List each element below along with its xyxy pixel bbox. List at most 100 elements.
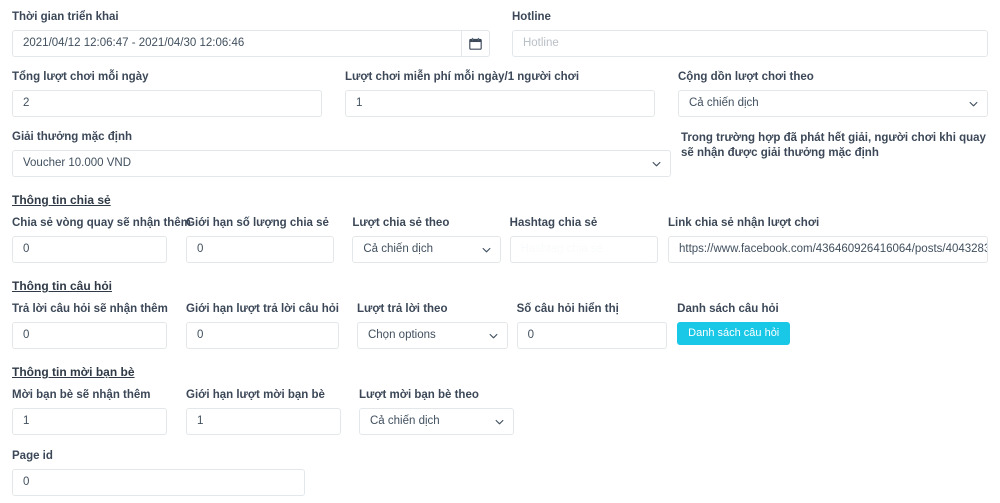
page-id-input[interactable]: 0 bbox=[12, 469, 305, 496]
answer-bonus-input[interactable]: 0 bbox=[12, 322, 167, 349]
hashtag-placeholder: Hashtag chia sẻ bbox=[520, 243, 604, 255]
share-link-label: Link chia sẻ nhận lượt chơi bbox=[667, 217, 820, 229]
field-question-list: Danh sách câu hỏi Danh sách câu hỏi bbox=[677, 302, 988, 349]
hashtag-label: Hashtag chia sẻ bbox=[509, 217, 598, 229]
share-section-heading: Thông tin chia sẻ bbox=[12, 193, 111, 207]
gutter bbox=[658, 216, 668, 263]
share-count-by-value: Cả chiến dịch bbox=[363, 243, 434, 255]
share-bonus-label: Chia sẻ vòng quay sẽ nhận thêm bbox=[12, 217, 191, 229]
gutter bbox=[508, 302, 517, 349]
field-share-limit: Giới hạn số lượng chia sẻ 0 bbox=[186, 216, 335, 263]
invite-bonus-input[interactable]: 1 bbox=[12, 408, 167, 435]
field-accumulate-by: Cộng dồn lượt chơi theo Cả chiến dịch bbox=[678, 70, 988, 117]
questions-shown-input[interactable]: 0 bbox=[516, 322, 668, 349]
field-total-plays-per-day: Tổng lượt chơi mỗi ngày 2 bbox=[12, 70, 322, 117]
field-share-bonus: Chia sẻ vòng quay sẽ nhận thêm 0 bbox=[12, 216, 191, 263]
invite-count-by-value: Cả chiến dịch bbox=[370, 415, 440, 427]
share-link-input[interactable]: https://www.facebook.com/436460926416064… bbox=[667, 236, 988, 263]
default-prize-select[interactable]: Voucher 10.000 VND bbox=[12, 150, 671, 177]
row-schedule: Thời gian triển khai 2021/04/12 12:06:47… bbox=[12, 10, 988, 57]
gutter bbox=[167, 216, 186, 263]
question-list-button-wrap: Danh sách câu hỏi bbox=[677, 322, 988, 345]
gutter bbox=[322, 70, 345, 117]
share-limit-label: Giới hạn số lượng chia sẻ bbox=[186, 217, 329, 229]
gutter bbox=[167, 302, 186, 349]
gutter bbox=[167, 388, 186, 435]
default-prize-note-wrap: Trong trường hợp đã phát hết giải, người… bbox=[681, 130, 988, 177]
field-answer-count-by: Lượt trả lời theo Chọn options bbox=[356, 302, 508, 349]
invite-section-heading: Thông tin mời bạn bè bbox=[12, 365, 135, 379]
field-default-prize: Giải thưởng mặc định Voucher 10.000 VND bbox=[12, 130, 671, 177]
gutter bbox=[341, 388, 359, 435]
field-questions-shown: Số câu hỏi hiển thị 0 bbox=[516, 302, 668, 349]
share-limit-input[interactable]: 0 bbox=[186, 236, 335, 263]
row-plays: Tổng lượt chơi mỗi ngày 2 Lượt chơi miễn… bbox=[12, 70, 988, 117]
answer-count-by-label: Lượt trả lời theo bbox=[356, 303, 448, 315]
chevron-down-icon bbox=[969, 99, 978, 108]
field-invite-bonus: Mời bạn bè sẽ nhận thêm 1 bbox=[12, 388, 167, 435]
question-section: Thông tin câu hỏi Trả lời câu hỏi sẽ nhậ… bbox=[12, 277, 988, 349]
accumulate-by-label: Cộng dồn lượt chơi theo bbox=[678, 71, 814, 83]
default-prize-label: Giải thưởng mặc định bbox=[12, 131, 133, 143]
invite-count-by-label: Lượt mời bạn bè theo bbox=[359, 389, 479, 401]
deploy-time-daterange[interactable]: 2021/04/12 12:06:47 - 2021/04/30 12:06:4… bbox=[12, 30, 490, 57]
invite-section: Thông tin mời bạn bè Mời bạn bè sẽ nhận … bbox=[12, 363, 988, 435]
chevron-down-icon bbox=[495, 417, 504, 426]
chevron-down-icon bbox=[489, 331, 498, 340]
share-count-by-select[interactable]: Cả chiến dịch bbox=[352, 236, 501, 263]
share-count-by-label: Lượt chia sẻ theo bbox=[352, 217, 450, 229]
accumulate-by-select[interactable]: Cả chiến dịch bbox=[678, 90, 988, 117]
gutter bbox=[501, 216, 510, 263]
field-share-count-by: Lượt chia sẻ theo Cả chiến dịch bbox=[352, 216, 501, 263]
deploy-time-input[interactable]: 2021/04/12 12:06:47 - 2021/04/30 12:06:4… bbox=[12, 30, 461, 57]
campaign-settings-form: Thời gian triển khai 2021/04/12 12:06:47… bbox=[0, 0, 1000, 503]
page-id-label: Page id bbox=[12, 450, 53, 462]
row-default-prize: Giải thưởng mặc định Voucher 10.000 VND … bbox=[12, 130, 988, 177]
row-question-fields: Trả lời câu hỏi sẽ nhận thêm 0 Giới hạn … bbox=[12, 302, 988, 349]
gutter bbox=[334, 216, 352, 263]
share-bonus-input[interactable]: 0 bbox=[12, 236, 167, 263]
answer-count-by-select[interactable]: Chọn options bbox=[356, 322, 508, 349]
questions-shown-label: Số câu hỏi hiển thị bbox=[516, 303, 619, 315]
hotline-input[interactable]: Hotline bbox=[511, 30, 988, 57]
field-hotline: Hotline Hotline bbox=[511, 10, 988, 57]
answer-count-by-value: Chọn options bbox=[367, 329, 436, 341]
calendar-icon bbox=[469, 37, 482, 50]
field-answer-limit: Giới hạn lượt trả lời câu hỏi 0 bbox=[186, 302, 339, 349]
invite-count-by-select[interactable]: Cả chiến dịch bbox=[359, 408, 514, 435]
question-list-button[interactable]: Danh sách câu hỏi bbox=[677, 322, 791, 345]
field-invite-limit: Giới hạn lượt mời bạn bè 1 bbox=[186, 388, 341, 435]
invite-bonus-label: Mời bạn bè sẽ nhận thêm bbox=[12, 389, 151, 401]
calendar-button[interactable] bbox=[460, 30, 490, 57]
invite-limit-input[interactable]: 1 bbox=[186, 408, 341, 435]
field-deploy-time: Thời gian triển khai 2021/04/12 12:06:47… bbox=[12, 10, 490, 57]
field-answer-bonus: Trả lời câu hỏi sẽ nhận thêm 0 bbox=[12, 302, 168, 349]
field-free-plays-per-day: Lượt chơi miễn phí mỗi ngày/1 người chơi… bbox=[345, 70, 655, 117]
gutter bbox=[671, 130, 681, 177]
gutter bbox=[490, 10, 512, 57]
default-prize-note: Trong trường hợp đã phát hết giải, người… bbox=[681, 132, 986, 159]
accumulate-by-value: Cả chiến dịch bbox=[689, 97, 759, 109]
gutter bbox=[339, 302, 357, 349]
default-prize-value: Voucher 10.000 VND bbox=[23, 157, 132, 169]
field-share-link: Link chia sẻ nhận lượt chơi https://www.… bbox=[667, 216, 988, 263]
free-plays-input[interactable]: 1 bbox=[345, 90, 655, 117]
hotline-placeholder: Hotline bbox=[522, 37, 559, 49]
answer-limit-input[interactable]: 0 bbox=[186, 322, 339, 349]
invite-limit-label: Giới hạn lượt mời bạn bè bbox=[186, 389, 325, 401]
question-section-heading: Thông tin câu hỏi bbox=[12, 279, 112, 293]
row-invite-fields: Mời bạn bè sẽ nhận thêm 1 Giới hạn lượt … bbox=[12, 388, 988, 435]
hashtag-input[interactable]: Hashtag chia sẻ bbox=[509, 236, 658, 263]
answer-limit-label: Giới hạn lượt trả lời câu hỏi bbox=[186, 303, 339, 315]
row-share-fields: Chia sẻ vòng quay sẽ nhận thêm 0 Giới hạ… bbox=[12, 216, 988, 263]
answer-bonus-label: Trả lời câu hỏi sẽ nhận thêm bbox=[12, 303, 168, 315]
chevron-down-icon bbox=[652, 159, 661, 168]
field-page-id: Page id 0 bbox=[12, 449, 305, 496]
total-plays-input[interactable]: 2 bbox=[12, 90, 322, 117]
hotline-label: Hotline bbox=[511, 11, 551, 23]
share-section: Thông tin chia sẻ Chia sẻ vòng quay sẽ n… bbox=[12, 191, 988, 263]
field-invite-count-by: Lượt mời bạn bè theo Cả chiến dịch bbox=[359, 388, 514, 435]
question-list-label: Danh sách câu hỏi bbox=[677, 303, 779, 315]
field-hashtag: Hashtag chia sẻ Hashtag chia sẻ bbox=[509, 216, 658, 263]
gutter bbox=[655, 70, 678, 117]
